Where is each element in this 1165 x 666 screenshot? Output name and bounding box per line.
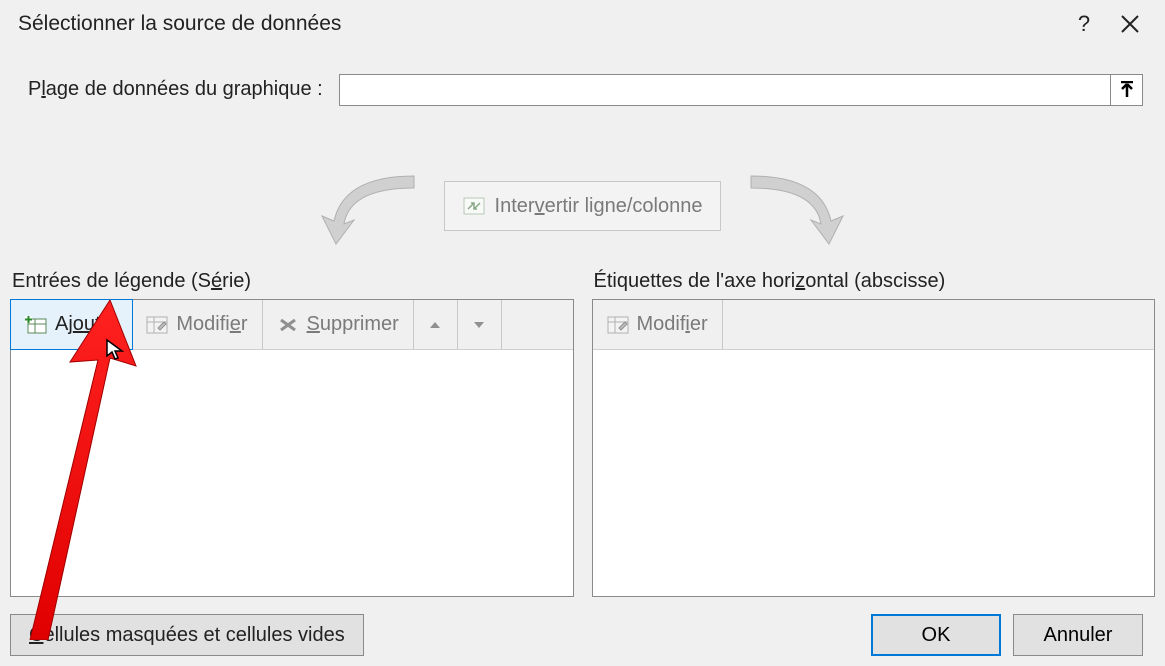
add-series-button[interactable]: Ajouter [10, 299, 133, 350]
collapse-icon [1118, 81, 1136, 99]
legend-entries-label: Entrées de légende (Série) [10, 270, 574, 293]
swap-row: Intervertir ligne/colonne [0, 156, 1165, 256]
edit-series-button[interactable]: Modifier [132, 300, 262, 349]
hidden-empty-cells-button[interactable]: Cellules masquées et cellules vides [10, 614, 364, 656]
axis-toolbar: Modifier [593, 300, 1155, 350]
triangle-down-icon [472, 318, 486, 332]
cancel-button[interactable]: Annuler [1013, 614, 1143, 656]
legend-toolbar: Ajouter Modifier Supprimer [11, 300, 573, 350]
move-up-button[interactable] [414, 300, 458, 349]
switch-row-column-button[interactable]: Intervertir ligne/colonne [444, 181, 722, 231]
curved-arrow-left-icon [294, 166, 434, 246]
close-button[interactable] [1107, 1, 1153, 47]
collapse-dialog-button[interactable] [1110, 75, 1142, 105]
panel-labels-row: Entrées de légende (Série) Étiquettes de… [0, 270, 1165, 293]
triangle-up-icon [428, 318, 442, 332]
edit-axis-button[interactable]: Modifier [593, 300, 723, 349]
table-add-icon [25, 316, 47, 334]
chart-data-range-input-wrap [339, 74, 1143, 106]
dialog-title: Sélectionner la source de données [18, 12, 1061, 36]
legend-entries-panel: Ajouter Modifier Supprimer [10, 299, 574, 597]
help-button[interactable]: ? [1061, 1, 1107, 47]
ok-button[interactable]: OK [871, 614, 1001, 656]
chart-data-range-label: Plage de données du graphique : [28, 78, 323, 102]
horizontal-axis-label: Étiquettes de l'axe horizontal (abscisse… [592, 270, 1156, 293]
close-icon [1121, 15, 1139, 33]
chart-data-range-input[interactable] [340, 75, 1110, 105]
title-bar: Sélectionner la source de données ? [0, 0, 1165, 48]
select-data-source-dialog: Sélectionner la source de données ? Plag… [0, 0, 1165, 666]
chart-data-range-row: Plage de données du graphique : [0, 48, 1165, 106]
panels-row: Ajouter Modifier Supprimer [0, 293, 1165, 597]
table-edit-icon [607, 316, 629, 334]
move-down-button[interactable] [458, 300, 502, 349]
switch-icon [463, 197, 485, 215]
horizontal-axis-panel: Modifier [592, 299, 1156, 597]
delete-icon [277, 316, 299, 334]
delete-series-button[interactable]: Supprimer [263, 300, 414, 349]
legend-entries-list[interactable] [11, 350, 573, 596]
curved-arrow-right-icon [731, 166, 871, 246]
axis-labels-list[interactable] [593, 350, 1155, 596]
dialog-footer: Cellules masquées et cellules vides OK A… [0, 604, 1165, 666]
table-edit-icon [146, 316, 168, 334]
